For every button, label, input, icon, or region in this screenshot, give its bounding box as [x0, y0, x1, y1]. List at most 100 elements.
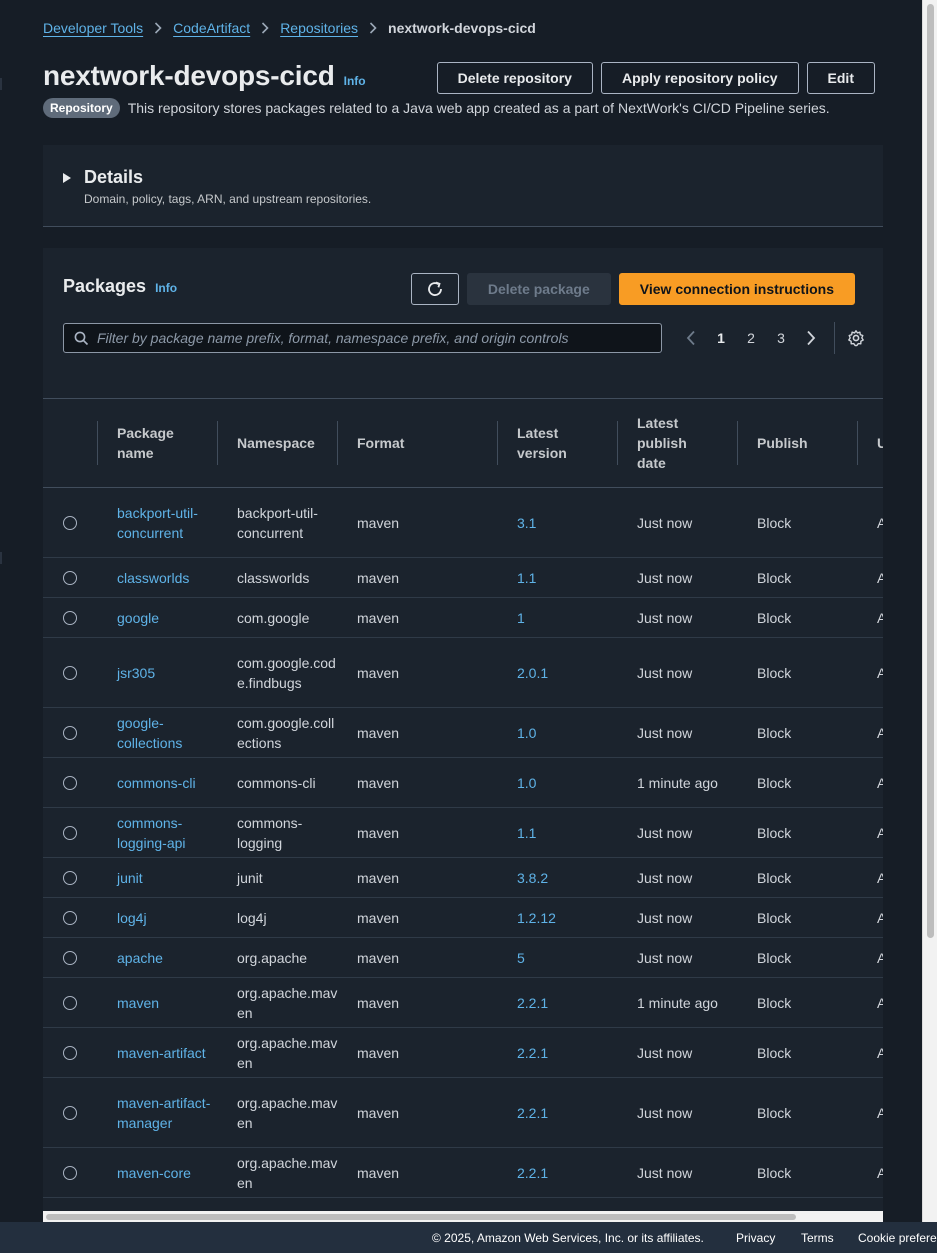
- row-select-radio[interactable]: [63, 775, 77, 790]
- footer-cookie-preferences-link[interactable]: Cookie preferences: [858, 1231, 937, 1245]
- footer-terms-link[interactable]: Terms: [801, 1231, 834, 1245]
- latest-version-link[interactable]: 3.8.2: [497, 868, 617, 888]
- packages-info-link[interactable]: Info: [155, 281, 177, 295]
- delete-repository-button[interactable]: Delete repository: [436, 62, 593, 94]
- table-row[interactable]: google-collections com.google.collections…: [43, 708, 883, 758]
- package-name-link[interactable]: log4j: [97, 908, 217, 928]
- row-select-radio[interactable]: [63, 610, 77, 625]
- latest-version-link[interactable]: 1.2.12: [497, 908, 617, 928]
- table-row[interactable]: log4j log4j maven 1.2.12 Just now Block A: [43, 898, 883, 938]
- table-row[interactable]: maven org.apache.maven maven 2.2.1 1 minute …: [43, 978, 883, 1028]
- latest-version-link[interactable]: 1.0: [497, 773, 617, 793]
- settings-gear-icon[interactable]: [847, 329, 865, 347]
- packages-title: Packages: [63, 276, 147, 296]
- table-row[interactable]: classworlds classworlds maven 1.1 Just now Bl…: [43, 558, 883, 598]
- horizontal-scrollbar-thumb[interactable]: [46, 1214, 796, 1220]
- table-row[interactable]: maven-core org.apache.maven maven 2.2.1 Just…: [43, 1148, 883, 1198]
- row-select-radio[interactable]: [63, 1165, 77, 1180]
- repository-description-row: Repository This repository stores packag…: [43, 98, 830, 118]
- table-row[interactable]: apache org.apache maven 5 Just now Block A: [43, 938, 883, 978]
- package-name-link[interactable]: maven: [97, 993, 217, 1013]
- row-select-radio[interactable]: [63, 725, 77, 740]
- publish-date-cell: Just now: [637, 514, 693, 531]
- breadcrumb-developer-tools[interactable]: Developer Tools: [43, 20, 143, 36]
- page-3-button[interactable]: 3: [766, 330, 796, 346]
- table-row[interactable]: jsr305 com.google.code.findbugs maven 2.0.1…: [43, 638, 883, 708]
- publish-cell: Block: [757, 724, 792, 741]
- package-name-link[interactable]: maven-artifact-manager: [97, 1093, 217, 1133]
- packages-table: Package name Namespace Format Latest ver…: [43, 398, 883, 1198]
- table-row[interactable]: backport-util-concurrent backport-util-co…: [43, 488, 883, 558]
- row-select-radio[interactable]: [63, 570, 77, 585]
- latest-version-link[interactable]: 1: [497, 608, 617, 628]
- table-row[interactable]: maven-artifact org.apache.maven maven 2.2.1…: [43, 1028, 883, 1078]
- column-latest-publish-date[interactable]: Latest publish date: [617, 399, 737, 487]
- row-select-radio[interactable]: [63, 515, 77, 530]
- vertical-scrollbar-thumb[interactable]: [927, 4, 934, 938]
- row-select-radio[interactable]: [63, 910, 77, 925]
- row-select-radio[interactable]: [63, 1045, 77, 1060]
- latest-version-link[interactable]: 2.2.1: [497, 1163, 617, 1183]
- table-row[interactable]: commons-cli commons-cli maven 1.0 1 minute a…: [43, 758, 883, 808]
- next-page-button[interactable]: [796, 330, 826, 346]
- format-cell: maven: [357, 1044, 400, 1061]
- column-publish[interactable]: Publish: [737, 399, 857, 487]
- table-row[interactable]: commons-logging-api commons-logging maven 1…: [43, 808, 883, 858]
- latest-version-link[interactable]: 5: [497, 948, 617, 968]
- row-select-radio[interactable]: [63, 665, 77, 680]
- package-filter-input[interactable]: [97, 330, 661, 346]
- horizontal-scrollbar[interactable]: [43, 1211, 883, 1222]
- package-name-link[interactable]: google-collections: [97, 713, 217, 753]
- latest-version-link[interactable]: 2.0.1: [497, 663, 617, 683]
- row-select-radio[interactable]: [63, 825, 77, 840]
- latest-version-link[interactable]: 3.1: [497, 513, 617, 533]
- row-select-radio[interactable]: [63, 950, 77, 965]
- details-expander[interactable]: Details: [63, 167, 143, 188]
- namespace-cell: org.apache.maven: [237, 1094, 338, 1131]
- package-name-link[interactable]: maven-core: [97, 1163, 217, 1183]
- publish-date-cell: 1 minute ago: [637, 994, 718, 1011]
- package-name-link[interactable]: backport-util-concurrent: [97, 503, 217, 543]
- latest-version-link[interactable]: 1.1: [497, 823, 617, 843]
- package-name-link[interactable]: jsr305: [97, 663, 217, 683]
- column-format[interactable]: Format: [337, 399, 497, 487]
- package-name-link[interactable]: apache: [97, 948, 217, 968]
- format-cell: maven: [357, 514, 400, 531]
- footer-privacy-link[interactable]: Privacy: [736, 1231, 775, 1245]
- refresh-button[interactable]: [410, 273, 459, 305]
- breadcrumb-codeartifact[interactable]: CodeArtifact: [173, 20, 250, 36]
- namespace-cell: com.google: [237, 609, 310, 626]
- table-row[interactable]: maven-artifact-manager org.apache.maven ma…: [43, 1078, 883, 1148]
- view-connection-instructions-button[interactable]: View connection instructions: [618, 273, 855, 305]
- latest-version-link[interactable]: 2.2.1: [497, 993, 617, 1013]
- latest-version-link[interactable]: 2.2.1: [497, 1043, 617, 1063]
- apply-repository-policy-button[interactable]: Apply repository policy: [600, 62, 799, 94]
- vertical-scrollbar[interactable]: [922, 0, 937, 1222]
- package-name-link[interactable]: maven-artifact: [97, 1043, 217, 1063]
- package-name-link[interactable]: commons-cli: [97, 773, 217, 793]
- page-1-button[interactable]: 1: [706, 330, 736, 346]
- table-row[interactable]: google com.google maven 1 Just now Block A: [43, 598, 883, 638]
- delete-package-button[interactable]: Delete package: [466, 273, 611, 305]
- page-2-button[interactable]: 2: [736, 330, 766, 346]
- latest-version-link[interactable]: 2.2.1: [497, 1103, 617, 1123]
- table-row[interactable]: junit junit maven 3.8.2 Just now Block A: [43, 858, 883, 898]
- column-namespace[interactable]: Namespace: [217, 399, 337, 487]
- publish-date-cell: Just now: [637, 1104, 693, 1121]
- row-select-radio[interactable]: [63, 870, 77, 885]
- title-info-link[interactable]: Info: [344, 74, 366, 88]
- package-name-link[interactable]: commons-logging-api: [97, 813, 217, 853]
- package-name-link[interactable]: classworlds: [97, 568, 217, 588]
- row-select-radio[interactable]: [63, 995, 77, 1010]
- breadcrumb-repositories[interactable]: Repositories: [280, 20, 358, 36]
- column-upstream-truncated[interactable]: U: [857, 399, 883, 487]
- row-select-radio[interactable]: [63, 1105, 77, 1120]
- latest-version-link[interactable]: 1.1: [497, 568, 617, 588]
- package-name-link[interactable]: google: [97, 608, 217, 628]
- previous-page-button[interactable]: [676, 330, 706, 346]
- latest-version-link[interactable]: 1.0: [497, 723, 617, 743]
- column-package-name[interactable]: Package name: [97, 399, 217, 487]
- package-name-link[interactable]: junit: [97, 868, 217, 888]
- edit-button[interactable]: Edit: [806, 62, 875, 94]
- column-latest-version[interactable]: Latest version: [497, 399, 617, 487]
